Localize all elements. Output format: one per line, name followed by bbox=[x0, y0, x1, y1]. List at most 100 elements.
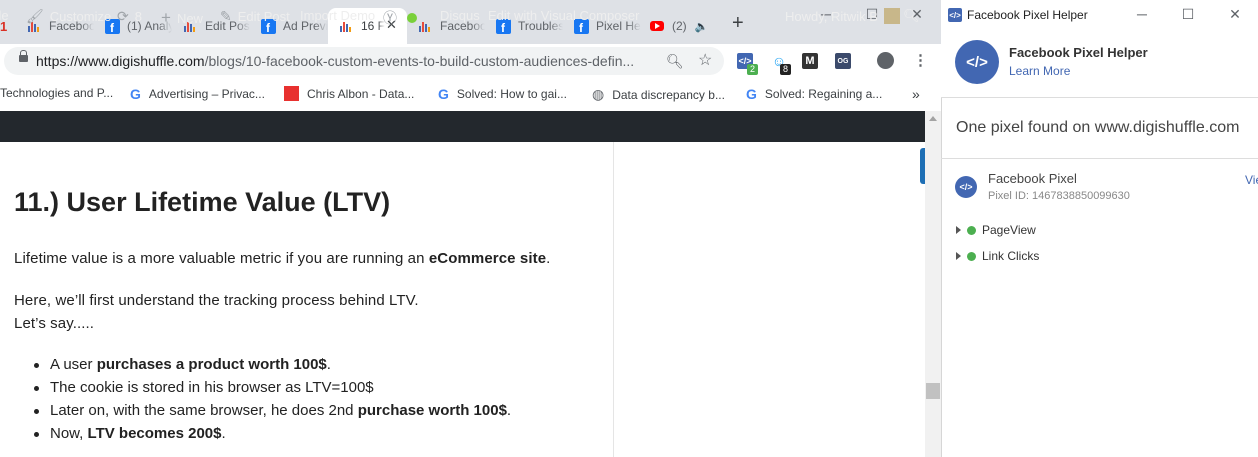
og-extension-icon[interactable]: OG bbox=[835, 53, 851, 69]
text: Lifetime value is a more valuable metric… bbox=[14, 250, 429, 267]
expand-arrow-icon[interactable] bbox=[956, 226, 961, 234]
admin-search-item[interactable]: 🔍︎ bbox=[903, 8, 920, 24]
pencil-icon: ✎ bbox=[220, 8, 232, 24]
text: The cookie is stored in his browser as L… bbox=[50, 379, 374, 396]
admin-file-item[interactable]: file bbox=[0, 8, 9, 23]
scrollbar-thumb[interactable] bbox=[926, 383, 940, 399]
bookmark-item[interactable]: G Solved: How to gai... bbox=[438, 86, 567, 102]
popup-app-name: Facebook Pixel Helper bbox=[1009, 45, 1148, 60]
bold-text: purchase worth 100$ bbox=[357, 402, 507, 419]
bold-text: eCommerce site bbox=[428, 250, 547, 267]
check-circle-icon bbox=[967, 225, 976, 235]
expand-arrow-icon[interactable] bbox=[956, 252, 961, 260]
admin-item-label: Import Demo bbox=[300, 8, 376, 23]
brush-icon: 🖌︎ bbox=[26, 8, 44, 24]
red-square-icon bbox=[284, 86, 299, 101]
speaker-icon: 🔈 bbox=[694, 20, 709, 33]
text: . bbox=[546, 250, 551, 267]
new-tab-button[interactable]: + bbox=[732, 13, 744, 33]
bookmark-label: Solved: How to gai... bbox=[456, 87, 567, 101]
pixel-logo-icon: </> bbox=[955, 176, 977, 198]
text: . bbox=[326, 356, 331, 373]
text: . bbox=[221, 425, 226, 442]
event-label: PageView bbox=[982, 223, 1036, 237]
paragraph-ltv: Lifetime value is a more valuable metric… bbox=[14, 250, 550, 267]
bookmark-item[interactable]: ◍ Data discrepancy b... bbox=[592, 86, 725, 103]
list-item: Now, LTV becomes 200$. bbox=[50, 425, 226, 442]
admin-import-demo-item[interactable]: Import Demo bbox=[300, 8, 375, 23]
admin-new-item[interactable]: + New bbox=[161, 8, 203, 28]
profile-avatar-icon[interactable] bbox=[877, 52, 894, 69]
page-scrollbar[interactable] bbox=[925, 111, 941, 457]
search-icon: 🔍︎ bbox=[903, 8, 920, 23]
text: Later on, with the same browser, he does… bbox=[50, 402, 358, 419]
popup-close-icon[interactable]: ✕ bbox=[1225, 6, 1245, 23]
list-item: The cookie is stored in his browser as L… bbox=[50, 379, 374, 396]
admin-updates-item[interactable]: ⟳ 8 bbox=[117, 8, 142, 25]
m-extension-icon[interactable]: M bbox=[802, 53, 818, 69]
bookmark-item[interactable]: Chris Albon - Data... bbox=[284, 86, 414, 101]
bullet-dot bbox=[34, 363, 39, 368]
admin-yoast-item[interactable]: Ⓨ bbox=[383, 8, 417, 28]
event-label: Link Clicks bbox=[982, 249, 1040, 263]
view-link[interactable]: Vie bbox=[1245, 173, 1258, 187]
plus-icon: + bbox=[161, 8, 171, 27]
check-circle-icon bbox=[967, 251, 976, 261]
scroll-up-arrow-icon[interactable] bbox=[929, 116, 937, 121]
address-bar[interactable]: https://www.digishuffle.com/blogs/10-fac… bbox=[4, 47, 724, 75]
admin-edit-post-item[interactable]: ✎ Edit Post bbox=[220, 8, 290, 25]
menu-kebab-icon[interactable]: ⋮ bbox=[913, 51, 928, 69]
more-bookmarks-button[interactable]: » bbox=[912, 86, 920, 102]
content-divider bbox=[613, 142, 614, 457]
text: . bbox=[506, 402, 512, 419]
section-heading: 11.) User Lifetime Value (LTV) bbox=[14, 187, 391, 217]
yoast-icon: Ⓨ bbox=[383, 10, 397, 26]
avatar bbox=[883, 8, 900, 24]
pixel-helper-logo-icon: </> bbox=[955, 40, 999, 84]
bullet-dot bbox=[34, 432, 39, 437]
extension-badge: 8 bbox=[780, 64, 791, 75]
event-pageview[interactable]: PageView bbox=[956, 223, 1036, 237]
learn-more-link[interactable]: Learn More bbox=[1009, 64, 1070, 78]
bookmark-label: Chris Albon - Data... bbox=[307, 86, 415, 101]
google-icon: G bbox=[438, 86, 449, 102]
admin-customize-item[interactable]: 🖌︎ Customize bbox=[26, 8, 111, 25]
popup-minimize-icon[interactable]: ─ bbox=[1132, 6, 1152, 22]
admin-item-label: Edit Post bbox=[237, 9, 290, 24]
zoom-icon[interactable]: 🔍︎ bbox=[666, 53, 684, 70]
admin-item-label: Howdy, Ritwik B bbox=[785, 8, 878, 24]
lock-icon bbox=[19, 50, 28, 62]
pixel-helper-small-icon: </> bbox=[948, 8, 962, 22]
bookmark-item[interactable]: G Solved: Regaining a... bbox=[746, 86, 882, 102]
list-item: A user purchases a product worth 100$. bbox=[50, 356, 331, 373]
popup-maximize-icon[interactable]: ☐ bbox=[1178, 6, 1198, 23]
admin-disqus-item[interactable]: Disqus bbox=[440, 8, 480, 23]
url-host: https://www.digishuffle.com bbox=[36, 53, 205, 69]
bold-text: purchases a product worth 100$ bbox=[96, 356, 327, 373]
url-text: https://www.digishuffle.com/blogs/10-fac… bbox=[36, 53, 634, 69]
tab-title: (2) bbox=[672, 19, 687, 33]
bookmark-item[interactable]: G Advertising – Privac... bbox=[130, 86, 265, 102]
bullet-dot bbox=[34, 386, 39, 391]
url-path: /blogs/10-facebook-custom-events-to-buil… bbox=[204, 53, 635, 69]
youtube-icon bbox=[649, 18, 665, 34]
google-icon: G bbox=[746, 86, 757, 102]
admin-account-item[interactable]: Howdy, Ritwik B bbox=[785, 8, 900, 24]
refresh-icon: ⟳ bbox=[117, 8, 129, 24]
star-icon[interactable]: ☆ bbox=[698, 50, 712, 70]
bookmark-item[interactable]: Technologies and P... bbox=[0, 86, 113, 100]
text: A user bbox=[50, 356, 97, 373]
seo-status-icon bbox=[407, 13, 417, 23]
analytics-icon bbox=[417, 18, 433, 34]
admin-visual-composer-item[interactable]: Edit with Visual Composer bbox=[488, 8, 640, 23]
bold-text: LTV becomes 200$ bbox=[87, 425, 222, 442]
list-item: Later on, with the same browser, he does… bbox=[50, 402, 511, 419]
bookmark-label: Advertising – Privac... bbox=[148, 87, 265, 101]
admin-item-label: 8 bbox=[134, 9, 142, 24]
bookmark-label: Technologies and P... bbox=[0, 86, 114, 100]
event-link-clicks[interactable]: Link Clicks bbox=[956, 249, 1039, 263]
admin-item-label: file bbox=[0, 8, 9, 23]
pixel-name: Facebook Pixel bbox=[988, 171, 1077, 186]
tab-youtube[interactable]: (2) 🔈 bbox=[641, 8, 719, 44]
extension-badge: 2 bbox=[747, 64, 758, 75]
